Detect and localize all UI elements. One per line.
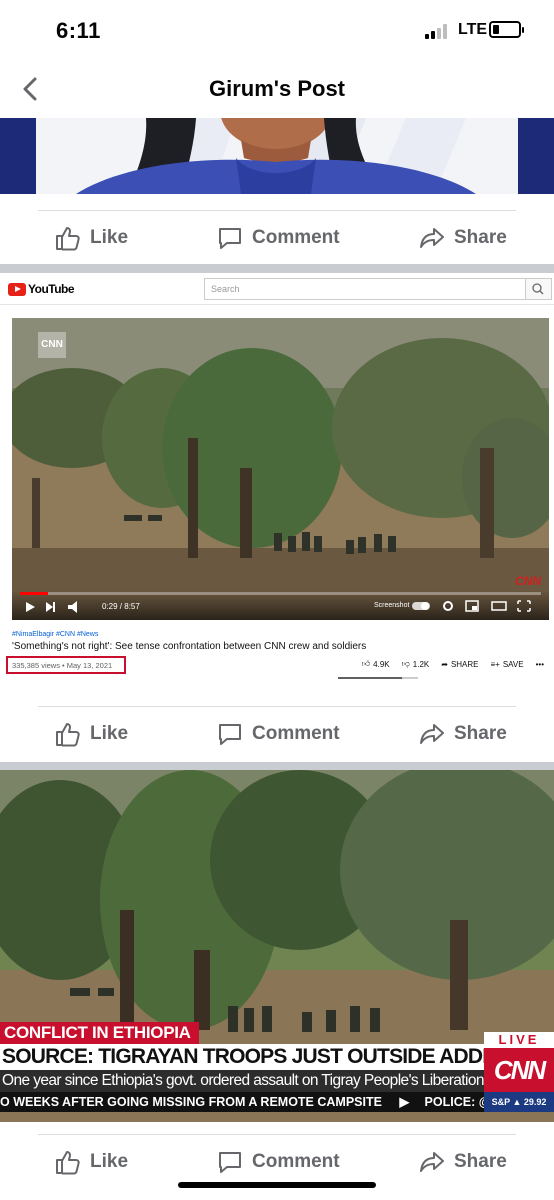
youtube-video-player: CNN CNN 0:29 / 8:57 Screenshot: [12, 318, 549, 620]
status-bar: 6:11 LTE: [0, 0, 554, 62]
cnn-corner-logo: CNN: [515, 574, 541, 588]
live-badge: LIVE: [484, 1032, 554, 1048]
share-label: Share: [454, 1151, 507, 1172]
divider: [38, 706, 516, 707]
comment-button[interactable]: Comment: [216, 719, 340, 749]
play-icon: [26, 602, 35, 612]
share-arrow-icon: [420, 228, 444, 248]
comment-label: Comment: [252, 1151, 340, 1172]
player-settings-icons: [412, 600, 531, 612]
gear-icon: [443, 601, 453, 611]
comment-button[interactable]: Comment: [216, 1147, 340, 1177]
status-time: 6:11: [56, 18, 101, 43]
comment-label: Comment: [252, 227, 340, 248]
playlist-add-icon: ≡+: [490, 659, 500, 669]
share-button[interactable]: Share: [418, 1147, 507, 1177]
fullscreen-icon: [517, 600, 531, 612]
like-button[interactable]: Like: [54, 719, 128, 749]
like-label: Like: [90, 1151, 129, 1172]
video-frame-trees: [12, 318, 549, 620]
comment-button[interactable]: Comment: [216, 223, 340, 253]
post-separator: [0, 264, 554, 273]
cnn-broadcast-screenshot[interactable]: CONFLICT IN ETHIOPIA SOURCE: TIGRAYAN TR…: [0, 770, 554, 1122]
like-button[interactable]: Like: [54, 1147, 128, 1177]
comment-icon: [219, 1152, 241, 1173]
market-ticker: S&P ▲ 29.92: [484, 1092, 554, 1112]
post-actions-1: Like Comment Share: [0, 210, 554, 266]
thumbs-down-icon: 👎︎: [401, 659, 410, 668]
battery-icon: [489, 21, 524, 38]
share-arrow-icon: [420, 1152, 444, 1172]
youtube-screenshot[interactable]: YouTube Search CNN CNN 0:29 / 8:57 Scree…: [0, 273, 554, 691]
video-title: 'Something's not right': See tense confr…: [12, 641, 367, 652]
share-arrow-icon: [420, 724, 444, 744]
video-controls: 0:29 / 8:57 Screenshot: [12, 590, 549, 620]
video-progress-bar[interactable]: [20, 592, 541, 595]
video-dislike-button: 👎︎ 1.2K: [401, 659, 430, 669]
thumbs-up-icon: [56, 227, 80, 251]
thumbs-up-icon: [56, 723, 80, 747]
thumbs-up-icon: [56, 1151, 80, 1175]
post-actions-2: Like Comment Share: [0, 706, 554, 762]
post-image-illustration[interactable]: [0, 118, 554, 194]
share-label: Share: [454, 227, 507, 248]
video-share-button: ➦ SHARE: [441, 659, 479, 669]
news-ticker: O WEEKS AFTER GOING MISSING FROM A REMOT…: [0, 1092, 554, 1112]
cnn-logo: CNN: [484, 1048, 554, 1092]
screen: 6:11 LTE Girum's Post Like Comment Share…: [0, 0, 554, 1200]
like-ratio-bar: [338, 677, 418, 679]
divider: [38, 210, 516, 211]
share-label: Share: [454, 723, 507, 744]
like-label: Like: [90, 723, 129, 744]
youtube-search-input: Search: [204, 278, 526, 300]
share-button[interactable]: Share: [418, 719, 507, 749]
page-title: Girum's Post: [208, 76, 346, 101]
search-icon: [532, 283, 544, 295]
video-action-buttons: 👍︎ 4.9K 👎︎ 1.2K ➦ SHARE ≡+ SAVE •••: [362, 659, 544, 669]
video-views-date: 335,385 views • May 13, 2021: [12, 661, 113, 670]
comment-icon: [219, 228, 241, 249]
like-button[interactable]: Like: [54, 223, 128, 253]
share-icon: ➦: [441, 659, 448, 669]
home-indicator[interactable]: [178, 1182, 376, 1188]
youtube-logo: YouTube: [8, 282, 75, 296]
youtube-play-icon: [8, 282, 26, 296]
volume-icon: [68, 601, 77, 613]
comment-icon: [219, 724, 241, 745]
youtube-topbar: YouTube Search: [0, 273, 554, 305]
video-save-button: ≡+ SAVE: [490, 659, 524, 669]
video-like-button: 👍︎ 4.9K: [361, 659, 390, 669]
more-icon: •••: [535, 659, 544, 669]
theater-icon: [491, 601, 507, 611]
signal-icon: [425, 23, 451, 39]
divider: [38, 1134, 516, 1135]
thumbs-up-icon: 👍︎: [361, 659, 371, 668]
video-time: 0:29 / 8:57: [102, 602, 140, 611]
cnn-watermark: CNN: [38, 332, 66, 358]
post-header: Girum's Post: [0, 62, 554, 118]
next-icon: [46, 602, 53, 612]
ticker-arrow-icon: ▶: [399, 1095, 410, 1109]
youtube-search-button: [526, 278, 552, 300]
ticker-text: O WEEKS AFTER GOING MISSING FROM A REMOT…: [0, 1095, 382, 1109]
post-separator: [0, 762, 554, 770]
like-label: Like: [90, 227, 129, 248]
chyron-topic: CONFLICT IN ETHIOPIA: [0, 1022, 199, 1044]
share-button[interactable]: Share: [418, 223, 507, 253]
video-hashtags: #NimaElbagir #CNN #News: [12, 631, 99, 638]
network-label: LTE: [458, 21, 488, 38]
screenshot-label: Screenshot: [374, 602, 410, 609]
comment-label: Comment: [252, 723, 340, 744]
chyron-headline: SOURCE: TIGRAYAN TROOPS JUST OUTSIDE ADD…: [0, 1044, 484, 1070]
playback-buttons: [26, 601, 77, 613]
youtube-logo-text: YouTube: [28, 282, 75, 296]
chyron-subheadline: One year since Ethiopia's govt. ordered …: [0, 1070, 484, 1092]
